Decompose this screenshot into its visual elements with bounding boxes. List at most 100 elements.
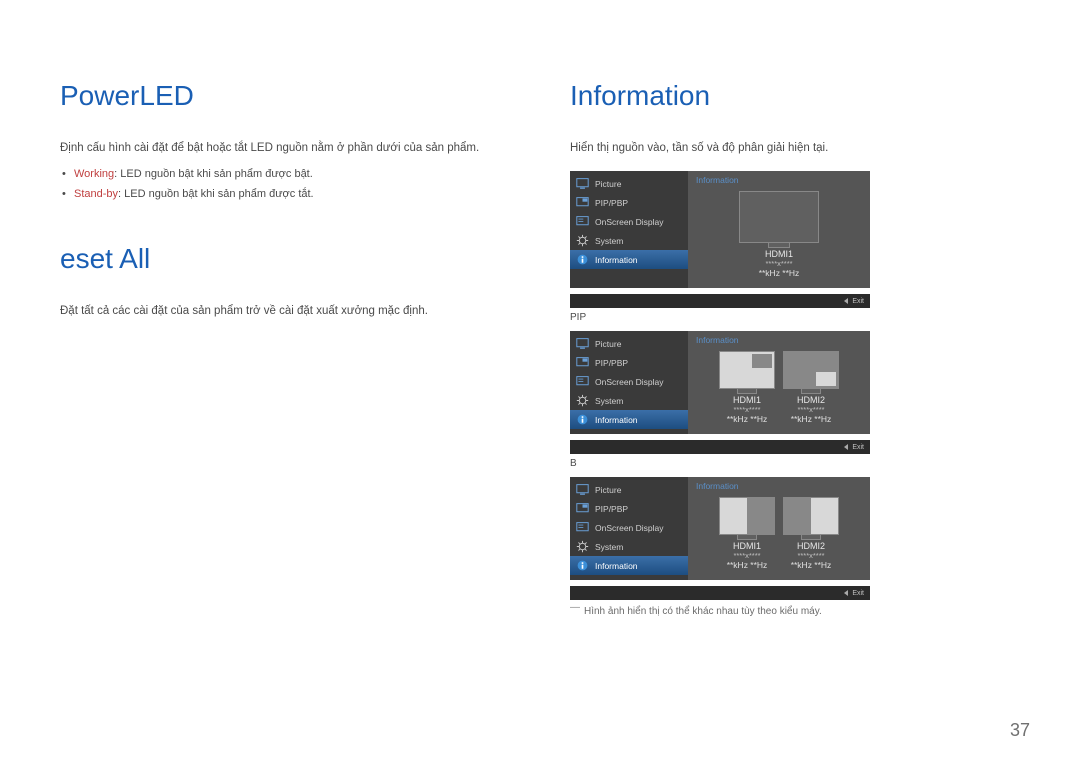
- pippbp-icon: [576, 502, 589, 515]
- display-note: Hình ảnh hiển thị có thể khác nhau tùy t…: [570, 606, 1030, 617]
- back-arrow-icon: [844, 590, 848, 596]
- bullet-label: Working: [74, 168, 114, 180]
- source-frequency: **kHz **Hz: [739, 268, 819, 278]
- picture-icon: [576, 177, 589, 190]
- menu-item-label: Picture: [595, 339, 621, 349]
- monitor-pip-icon: [783, 351, 839, 389]
- monitor-pip-icon: [719, 351, 775, 389]
- menu-item-label: PIP/PBP: [595, 198, 628, 208]
- menu-item-label: PIP/PBP: [595, 504, 628, 514]
- monitor-icon: [739, 191, 819, 243]
- menu-item-system[interactable]: System: [570, 391, 688, 410]
- resetall-intro: Đặt tất cả các cài đặt của sản phẩm trở …: [60, 303, 520, 320]
- osd-footer: Exit: [570, 586, 870, 600]
- picture-icon: [576, 483, 589, 496]
- menu-item-pippbp[interactable]: PIP/PBP: [570, 193, 688, 212]
- info-source-2: HDMI2 ****x**** **kHz **Hz: [783, 351, 839, 424]
- source-name: HDMI1: [719, 541, 775, 551]
- onscreendisplay-icon: [576, 521, 589, 534]
- menu-item-information[interactable]: Information: [570, 556, 688, 575]
- menu-item-onscreendisplay[interactable]: OnScreen Display: [570, 372, 688, 391]
- source-resolution: ****x****: [783, 405, 839, 414]
- menu-item-picture[interactable]: Picture: [570, 174, 688, 193]
- menu-item-label: PIP/PBP: [595, 358, 628, 368]
- heading-powerled: PowerLED: [60, 80, 520, 112]
- menu-item-picture[interactable]: Picture: [570, 480, 688, 499]
- source-frequency: **kHz **Hz: [783, 414, 839, 424]
- source-name: HDMI1: [719, 395, 775, 405]
- back-arrow-icon: [844, 444, 848, 450]
- page-number: 37: [1010, 720, 1030, 741]
- menu-item-picture[interactable]: Picture: [570, 334, 688, 353]
- menu-item-information[interactable]: Information: [570, 410, 688, 429]
- source-resolution: ****x****: [783, 551, 839, 560]
- picture-icon: [576, 337, 589, 350]
- bullet-standby: Stand-by: LED nguồn bật khi sản phẩm đượ…: [60, 185, 520, 205]
- menu-item-system[interactable]: System: [570, 231, 688, 250]
- osd-footer: Exit: [570, 440, 870, 454]
- exit-label: Exit: [852, 590, 864, 597]
- osd-menu: Picture PIP/PBP OnScreen Display System Info…: [570, 331, 688, 434]
- info-source-2: HDMI2 ****x**** **kHz **Hz: [783, 497, 839, 570]
- menu-item-label: OnScreen Display: [595, 523, 664, 533]
- menu-item-system[interactable]: System: [570, 537, 688, 556]
- menu-item-onscreendisplay[interactable]: OnScreen Display: [570, 212, 688, 231]
- osd-panel-pip: Picture PIP/PBP OnScreen Display System Info…: [570, 331, 870, 434]
- menu-item-information[interactable]: Information: [570, 250, 688, 269]
- information-intro: Hiển thị nguồn vào, tần số và độ phân gi…: [570, 140, 1030, 157]
- info-source-1: HDMI1 ****x**** **kHz **Hz: [719, 497, 775, 570]
- osd-content-title: Information: [696, 481, 862, 491]
- bullet-text: : LED nguồn bật khi sản phẩm được tắt.: [118, 188, 314, 200]
- menu-item-onscreendisplay[interactable]: OnScreen Display: [570, 518, 688, 537]
- menu-item-label: Information: [595, 255, 638, 265]
- menu-item-label: Picture: [595, 179, 621, 189]
- source-name: HDMI1: [739, 249, 819, 259]
- source-name: HDMI2: [783, 395, 839, 405]
- osd-panel-pbp: PicturePIP/PBPOnScreen DisplaySystemInfo…: [570, 477, 870, 580]
- exit-label: Exit: [852, 298, 864, 305]
- osd-content: Information HDMI1 ****x**** **kHz **Hz H…: [688, 331, 870, 434]
- menu-item-label: System: [595, 236, 623, 246]
- osd-menu: Picture PIP/PBP OnScreen Display System Info…: [570, 477, 688, 580]
- bullet-working: Working: LED nguồn bật khi sản phẩm được…: [60, 165, 520, 185]
- caption-b: B: [570, 458, 1030, 469]
- menu-item-pippbp[interactable]: PIP/PBP: [570, 499, 688, 518]
- system-icon: [576, 394, 589, 407]
- menu-item-pippbp[interactable]: PIP/PBP: [570, 353, 688, 372]
- information-icon: [576, 253, 589, 266]
- caption-pip: PIP: [570, 312, 1030, 323]
- menu-item-label: Information: [595, 415, 638, 425]
- osd-content-title: Information: [696, 175, 862, 185]
- information-icon: [576, 413, 589, 426]
- monitor-pbp-icon: [719, 497, 775, 535]
- menu-item-label: Picture: [595, 485, 621, 495]
- osd-panel-single: Picture PIP/PBP OnScreen Display System Info…: [570, 171, 870, 288]
- powerled-bullets: Working: LED nguồn bật khi sản phẩm được…: [60, 165, 520, 205]
- monitor-pbp-icon: [783, 497, 839, 535]
- osd-footer: Exit: [570, 294, 870, 308]
- exit-label: Exit: [852, 444, 864, 451]
- back-arrow-icon: [844, 298, 848, 304]
- info-source-single: HDMI1 ****x**** **kHz **Hz: [739, 191, 819, 278]
- onscreendisplay-icon: [576, 375, 589, 388]
- source-resolution: ****x****: [739, 259, 819, 268]
- source-resolution: ****x****: [719, 551, 775, 560]
- source-frequency: **kHz **Hz: [719, 414, 775, 424]
- menu-item-label: System: [595, 396, 623, 406]
- onscreendisplay-icon: [576, 215, 589, 228]
- osd-content: Information HDMI1 ****x**** **kHz **Hz H…: [688, 477, 870, 580]
- system-icon: [576, 234, 589, 247]
- menu-item-label: OnScreen Display: [595, 377, 664, 387]
- osd-content-title: Information: [696, 335, 862, 345]
- heading-reset-all: eset All: [60, 243, 520, 275]
- bullet-text: : LED nguồn bật khi sản phẩm được bật.: [114, 168, 313, 180]
- information-icon: [576, 559, 589, 572]
- powerled-intro: Định cấu hình cài đặt để bật hoặc tắt LE…: [60, 140, 520, 157]
- osd-menu: Picture PIP/PBP OnScreen Display System Info…: [570, 171, 688, 288]
- source-resolution: ****x****: [719, 405, 775, 414]
- source-frequency: **kHz **Hz: [783, 560, 839, 570]
- osd-content: Information HDMI1 ****x**** **kHz **Hz: [688, 171, 870, 288]
- menu-item-label: Information: [595, 561, 638, 571]
- info-source-1: HDMI1 ****x**** **kHz **Hz: [719, 351, 775, 424]
- source-name: HDMI2: [783, 541, 839, 551]
